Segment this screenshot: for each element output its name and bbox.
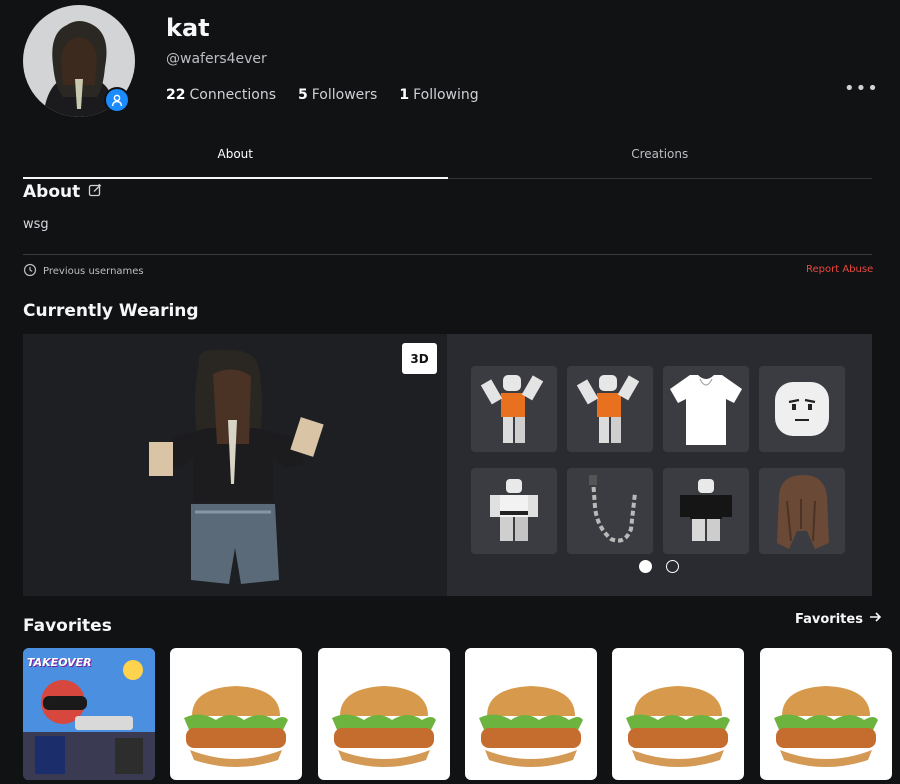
followers-label: Followers — [311, 87, 378, 103]
connections-label: Connections — [189, 87, 276, 103]
report-abuse-link[interactable]: Report Abuse — [806, 264, 873, 275]
previous-usernames-label: Previous usernames — [43, 266, 144, 277]
more-options-icon[interactable]: ••• — [844, 78, 879, 99]
chain-accessory-icon — [589, 475, 637, 543]
display-name: kat — [166, 14, 210, 42]
white-outfit-icon — [490, 479, 538, 541]
edit-icon[interactable] — [88, 182, 102, 202]
about-heading: About — [23, 182, 102, 202]
wearing-item-black-jacket[interactable] — [663, 468, 749, 554]
white-t-shirt-icon — [670, 375, 742, 445]
about-description: wsg — [23, 217, 49, 232]
wearing-item-orange-outfit-1[interactable] — [471, 366, 557, 452]
profile-tabs: About Creations — [23, 138, 872, 179]
following-count: 1 — [399, 87, 410, 103]
following-label: Following — [413, 87, 479, 103]
wearing-item-chain[interactable] — [567, 468, 653, 554]
previous-usernames-link[interactable]: Previous usernames — [23, 263, 144, 280]
carousel-dot-2[interactable] — [666, 560, 679, 573]
currently-wearing-title: Currently Wearing — [23, 301, 199, 321]
connections-count: 22 — [166, 87, 186, 103]
following-link[interactable]: 1 Following — [399, 87, 478, 103]
burger-icon — [626, 686, 730, 767]
username: @wafers4ever — [166, 51, 267, 67]
favorites-see-all-link[interactable]: Favorites — [795, 611, 882, 627]
followers-link[interactable]: 5 Followers — [298, 87, 377, 103]
burger-icon — [479, 686, 583, 767]
favorite-game-takeover[interactable]: TAKEOVER — [23, 648, 155, 780]
favorite-burger-3[interactable] — [465, 648, 597, 780]
favorite-burger-2[interactable] — [318, 648, 450, 780]
favorites-title: Favorites — [23, 616, 112, 636]
burger-icon — [184, 686, 288, 767]
about-title: About — [23, 182, 81, 202]
avatar-3d-viewer[interactable] — [23, 334, 447, 596]
wearing-items-panel — [447, 334, 872, 596]
followers-count: 5 — [298, 87, 308, 103]
orange-shirt-pose-icon — [480, 375, 544, 443]
burger-icon — [774, 686, 878, 767]
favorite-burger-1[interactable] — [170, 648, 302, 780]
history-icon — [23, 263, 37, 280]
wearing-item-brown-hair[interactable] — [759, 468, 845, 554]
orange-shirt-pose-icon — [576, 375, 640, 443]
wearing-item-face[interactable] — [759, 366, 845, 452]
wearing-item-white-tshirt[interactable] — [663, 366, 749, 452]
divider — [23, 254, 872, 255]
tab-about[interactable]: About — [23, 138, 448, 179]
toggle-3d-button[interactable]: 3D — [402, 343, 437, 374]
wearing-item-orange-outfit-2[interactable] — [567, 366, 653, 452]
arrow-right-icon — [869, 611, 882, 627]
online-status-icon — [104, 87, 130, 113]
connections-link[interactable]: 22 Connections — [166, 87, 276, 103]
favorite-burger-5[interactable] — [760, 648, 892, 780]
avatar-figure — [149, 349, 324, 584]
tab-creations[interactable]: Creations — [448, 138, 873, 178]
favorites-link-label: Favorites — [795, 611, 863, 627]
burger-icon — [332, 686, 436, 767]
face-icon — [775, 382, 829, 436]
game-title-text: TAKEOVER — [27, 656, 92, 669]
carousel-dot-1[interactable] — [639, 560, 652, 573]
brown-hair-icon — [777, 475, 829, 549]
profile-stats: 22 Connections 5 Followers 1 Following — [166, 87, 479, 103]
favorite-burger-4[interactable] — [612, 648, 744, 780]
wearing-item-white-outfit[interactable] — [471, 468, 557, 554]
black-jacket-icon — [680, 479, 732, 541]
